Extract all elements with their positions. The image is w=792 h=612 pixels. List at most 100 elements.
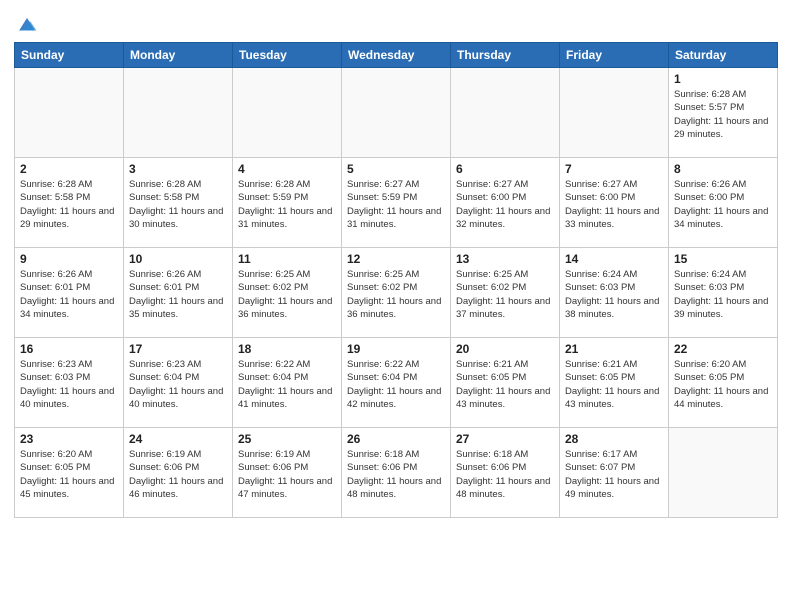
day-info: Sunrise: 6:26 AMSunset: 6:01 PMDaylight:… (20, 268, 118, 321)
day-number: 19 (347, 342, 445, 356)
day-number: 27 (456, 432, 554, 446)
day-number: 21 (565, 342, 663, 356)
calendar-empty-cell (15, 68, 124, 158)
weekday-header-friday: Friday (560, 43, 669, 68)
calendar-day-11: 11 Sunrise: 6:25 AMSunset: 6:02 PMDayligh… (233, 248, 342, 338)
day-number: 6 (456, 162, 554, 176)
calendar-empty-cell (233, 68, 342, 158)
calendar-day-28: 28 Sunrise: 6:17 AMSunset: 6:07 PMDayligh… (560, 428, 669, 518)
calendar-header: SundayMondayTuesdayWednesdayThursdayFrid… (15, 43, 778, 68)
day-number: 12 (347, 252, 445, 266)
weekday-header-monday: Monday (124, 43, 233, 68)
calendar-day-12: 12 Sunrise: 6:25 AMSunset: 6:02 PMDayligh… (342, 248, 451, 338)
day-number: 4 (238, 162, 336, 176)
day-number: 26 (347, 432, 445, 446)
day-number: 5 (347, 162, 445, 176)
day-number: 17 (129, 342, 227, 356)
calendar-week-row: 1Sunrise: 6:28 AMSunset: 5:57 PMDaylight… (15, 68, 778, 158)
day-info: Sunrise: 6:25 AMSunset: 6:02 PMDaylight:… (347, 268, 445, 321)
calendar-day-24: 24Sunrise: 6:19 AMSunset: 6:06 PMDayligh… (124, 428, 233, 518)
calendar-day-2: 2 Sunrise: 6:28 AMSunset: 5:58 PMDaylight… (15, 158, 124, 248)
day-info: Sunrise: 6:28 AMSunset: 5:58 PMDaylight:… (20, 178, 118, 231)
day-info: Sunrise: 6:21 AMSunset: 6:05 PMDaylight:… (565, 358, 663, 411)
day-info: Sunrise: 6:20 AMSunset: 6:05 PMDaylight:… (20, 448, 118, 501)
calendar-day-1: 1Sunrise: 6:28 AMSunset: 5:57 PMDaylight… (669, 68, 778, 158)
day-number: 22 (674, 342, 772, 356)
day-info: Sunrise: 6:20 AMSunset: 6:05 PMDaylight:… (674, 358, 772, 411)
day-number: 9 (20, 252, 118, 266)
calendar-day-27: 27 Sunrise: 6:18 AMSunset: 6:06 PMDayligh… (451, 428, 560, 518)
calendar-day-25: 25 Sunrise: 6:19 AMSunset: 6:06 PMDayligh… (233, 428, 342, 518)
day-info: Sunrise: 6:24 AMSunset: 6:03 PMDaylight:… (565, 268, 663, 321)
day-number: 10 (129, 252, 227, 266)
calendar-day-26: 26 Sunrise: 6:18 AMSunset: 6:06 PMDayligh… (342, 428, 451, 518)
day-info: Sunrise: 6:23 AMSunset: 6:04 PMDaylight:… (129, 358, 227, 411)
day-info: Sunrise: 6:26 AMSunset: 6:01 PMDaylight:… (129, 268, 227, 321)
calendar-day-16: 16Sunrise: 6:23 AMSunset: 6:03 PMDayligh… (15, 338, 124, 428)
logo (14, 14, 38, 36)
calendar-day-19: 19Sunrise: 6:22 AMSunset: 6:04 PMDayligh… (342, 338, 451, 428)
day-number: 13 (456, 252, 554, 266)
weekday-row: SundayMondayTuesdayWednesdayThursdayFrid… (15, 43, 778, 68)
calendar-day-13: 13 Sunrise: 6:25 AMSunset: 6:02 PMDayligh… (451, 248, 560, 338)
day-info: Sunrise: 6:17 AMSunset: 6:07 PMDaylight:… (565, 448, 663, 501)
day-info: Sunrise: 6:24 AMSunset: 6:03 PMDaylight:… (674, 268, 772, 321)
day-number: 20 (456, 342, 554, 356)
day-number: 14 (565, 252, 663, 266)
calendar-day-7: 7 Sunrise: 6:27 AMSunset: 6:00 PMDaylight… (560, 158, 669, 248)
calendar-empty-cell (124, 68, 233, 158)
calendar-body: 1Sunrise: 6:28 AMSunset: 5:57 PMDaylight… (15, 68, 778, 518)
day-number: 7 (565, 162, 663, 176)
day-number: 11 (238, 252, 336, 266)
day-info: Sunrise: 6:19 AMSunset: 6:06 PMDaylight:… (238, 448, 336, 501)
day-number: 2 (20, 162, 118, 176)
day-info: Sunrise: 6:21 AMSunset: 6:05 PMDaylight:… (456, 358, 554, 411)
calendar-day-15: 15Sunrise: 6:24 AMSunset: 6:03 PMDayligh… (669, 248, 778, 338)
day-info: Sunrise: 6:28 AMSunset: 5:57 PMDaylight:… (674, 88, 772, 141)
calendar-day-5: 5 Sunrise: 6:27 AMSunset: 5:59 PMDaylight… (342, 158, 451, 248)
calendar-table: SundayMondayTuesdayWednesdayThursdayFrid… (14, 42, 778, 518)
logo-icon (16, 14, 38, 36)
weekday-header-saturday: Saturday (669, 43, 778, 68)
day-info: Sunrise: 6:27 AMSunset: 6:00 PMDaylight:… (565, 178, 663, 231)
day-info: Sunrise: 6:28 AMSunset: 5:58 PMDaylight:… (129, 178, 227, 231)
day-number: 18 (238, 342, 336, 356)
calendar-day-9: 9 Sunrise: 6:26 AMSunset: 6:01 PMDaylight… (15, 248, 124, 338)
calendar-week-row: 16Sunrise: 6:23 AMSunset: 6:03 PMDayligh… (15, 338, 778, 428)
day-info: Sunrise: 6:25 AMSunset: 6:02 PMDaylight:… (456, 268, 554, 321)
day-info: Sunrise: 6:27 AMSunset: 5:59 PMDaylight:… (347, 178, 445, 231)
day-number: 8 (674, 162, 772, 176)
calendar-day-22: 22 Sunrise: 6:20 AMSunset: 6:05 PMDayligh… (669, 338, 778, 428)
calendar-empty-cell (560, 68, 669, 158)
calendar-day-8: 8Sunrise: 6:26 AMSunset: 6:00 PMDaylight… (669, 158, 778, 248)
logo-text (14, 14, 38, 36)
calendar-day-23: 23 Sunrise: 6:20 AMSunset: 6:05 PMDayligh… (15, 428, 124, 518)
day-info: Sunrise: 6:23 AMSunset: 6:03 PMDaylight:… (20, 358, 118, 411)
calendar-empty-cell (342, 68, 451, 158)
calendar-week-row: 9 Sunrise: 6:26 AMSunset: 6:01 PMDaylight… (15, 248, 778, 338)
calendar-day-18: 18 Sunrise: 6:22 AMSunset: 6:04 PMDayligh… (233, 338, 342, 428)
weekday-header-tuesday: Tuesday (233, 43, 342, 68)
day-info: Sunrise: 6:25 AMSunset: 6:02 PMDaylight:… (238, 268, 336, 321)
day-number: 25 (238, 432, 336, 446)
day-number: 28 (565, 432, 663, 446)
weekday-header-thursday: Thursday (451, 43, 560, 68)
calendar-week-row: 23 Sunrise: 6:20 AMSunset: 6:05 PMDayligh… (15, 428, 778, 518)
calendar-day-3: 3Sunrise: 6:28 AMSunset: 5:58 PMDaylight… (124, 158, 233, 248)
calendar-day-4: 4 Sunrise: 6:28 AMSunset: 5:59 PMDaylight… (233, 158, 342, 248)
day-number: 23 (20, 432, 118, 446)
calendar-empty-cell (451, 68, 560, 158)
calendar-empty-cell (669, 428, 778, 518)
calendar-day-6: 6 Sunrise: 6:27 AMSunset: 6:00 PMDaylight… (451, 158, 560, 248)
day-info: Sunrise: 6:22 AMSunset: 6:04 PMDaylight:… (238, 358, 336, 411)
calendar-day-10: 10 Sunrise: 6:26 AMSunset: 6:01 PMDayligh… (124, 248, 233, 338)
day-info: Sunrise: 6:18 AMSunset: 6:06 PMDaylight:… (347, 448, 445, 501)
day-info: Sunrise: 6:28 AMSunset: 5:59 PMDaylight:… (238, 178, 336, 231)
calendar-day-21: 21 Sunrise: 6:21 AMSunset: 6:05 PMDayligh… (560, 338, 669, 428)
calendar-day-20: 20 Sunrise: 6:21 AMSunset: 6:05 PMDayligh… (451, 338, 560, 428)
page: SundayMondayTuesdayWednesdayThursdayFrid… (0, 0, 792, 532)
day-info: Sunrise: 6:27 AMSunset: 6:00 PMDaylight:… (456, 178, 554, 231)
weekday-header-wednesday: Wednesday (342, 43, 451, 68)
day-info: Sunrise: 6:18 AMSunset: 6:06 PMDaylight:… (456, 448, 554, 501)
weekday-header-sunday: Sunday (15, 43, 124, 68)
